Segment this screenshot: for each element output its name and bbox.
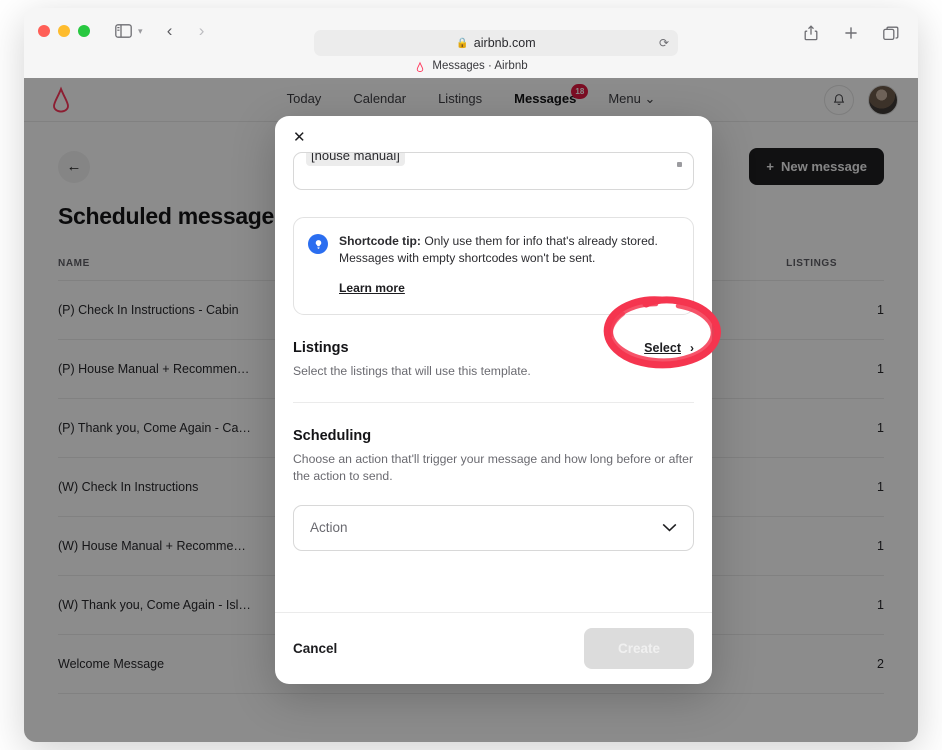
modal-footer: Cancel Create — [275, 612, 712, 684]
forward-button[interactable]: › — [189, 18, 215, 44]
create-scheduled-message-modal: ✕ [house manual] Shortcode tip: Only use… — [275, 116, 712, 684]
scheduling-section: Scheduling Choose an action that'll trig… — [293, 428, 694, 551]
window-controls — [38, 25, 90, 37]
listings-section: Listings Select › Select the listings th… — [293, 340, 694, 403]
close-icon[interactable]: ✕ — [293, 130, 306, 145]
select-listings-button[interactable]: Select › — [644, 341, 694, 355]
address-bar[interactable]: 🔒 airbnb.com ⟳ — [314, 30, 678, 56]
section-divider — [293, 401, 694, 403]
listings-section-title: Listings — [293, 339, 349, 356]
sidebar-toggle-icon[interactable] — [110, 18, 136, 44]
cancel-button[interactable]: Cancel — [293, 641, 337, 656]
scheduling-section-title: Scheduling — [293, 427, 372, 444]
back-button[interactable]: ‹ — [157, 18, 183, 44]
action-select-value: Action — [310, 520, 348, 535]
tab-overview-icon[interactable] — [878, 20, 904, 46]
learn-more-link[interactable]: Learn more — [339, 280, 405, 297]
create-button: Create — [583, 628, 694, 669]
shortcode-chip[interactable]: [house manual] — [306, 153, 405, 166]
browser-toolbar: ▾ ‹ › 🔒 airbnb.com ⟳ — [24, 8, 918, 56]
modal-header: ✕ — [275, 116, 712, 152]
shortcode-tip-box: Shortcode tip: Only use them for info th… — [293, 217, 694, 315]
sidebar-chevron-down-icon[interactable]: ▾ — [138, 26, 143, 37]
shortcode-tip-text: Shortcode tip: Only use them for info th… — [339, 233, 677, 298]
message-textarea[interactable]: [house manual] — [293, 152, 694, 190]
reload-icon[interactable]: ⟳ — [659, 36, 669, 50]
tab-title: Messages · Airbnb — [432, 60, 528, 72]
scheduling-section-subtitle: Choose an action that'll trigger your me… — [293, 451, 694, 484]
modal-body: [house manual] Shortcode tip: Only use t… — [275, 152, 712, 612]
url-text: airbnb.com — [473, 36, 536, 50]
airbnb-favicon-icon — [414, 60, 426, 72]
action-select-dropdown[interactable]: Action — [293, 504, 694, 551]
navigation-arrows: ‹ › — [157, 18, 215, 44]
select-listings-label: Select — [644, 340, 681, 355]
listings-section-header: Listings Select › — [293, 340, 694, 356]
tab-title-strip[interactable]: Messages · Airbnb — [24, 54, 918, 78]
close-window-button[interactable] — [38, 25, 50, 37]
lightbulb-icon — [308, 234, 328, 254]
resize-handle-icon[interactable] — [677, 162, 682, 167]
chevron-right-icon: › — [690, 340, 694, 355]
browser-window: ▾ ‹ › 🔒 airbnb.com ⟳ Messages · Airbnb T… — [24, 8, 918, 742]
maximize-window-button[interactable] — [78, 25, 90, 37]
chevron-down-icon — [662, 521, 677, 535]
listings-section-subtitle: Select the listings that will use this t… — [293, 363, 531, 378]
toolbar-right-actions — [798, 20, 904, 46]
lock-icon: 🔒 — [456, 37, 469, 49]
minimize-window-button[interactable] — [58, 25, 70, 37]
shortcode-tip-label: Shortcode tip: — [339, 234, 421, 248]
plus-icon[interactable] — [838, 20, 864, 46]
share-icon[interactable] — [798, 20, 824, 46]
